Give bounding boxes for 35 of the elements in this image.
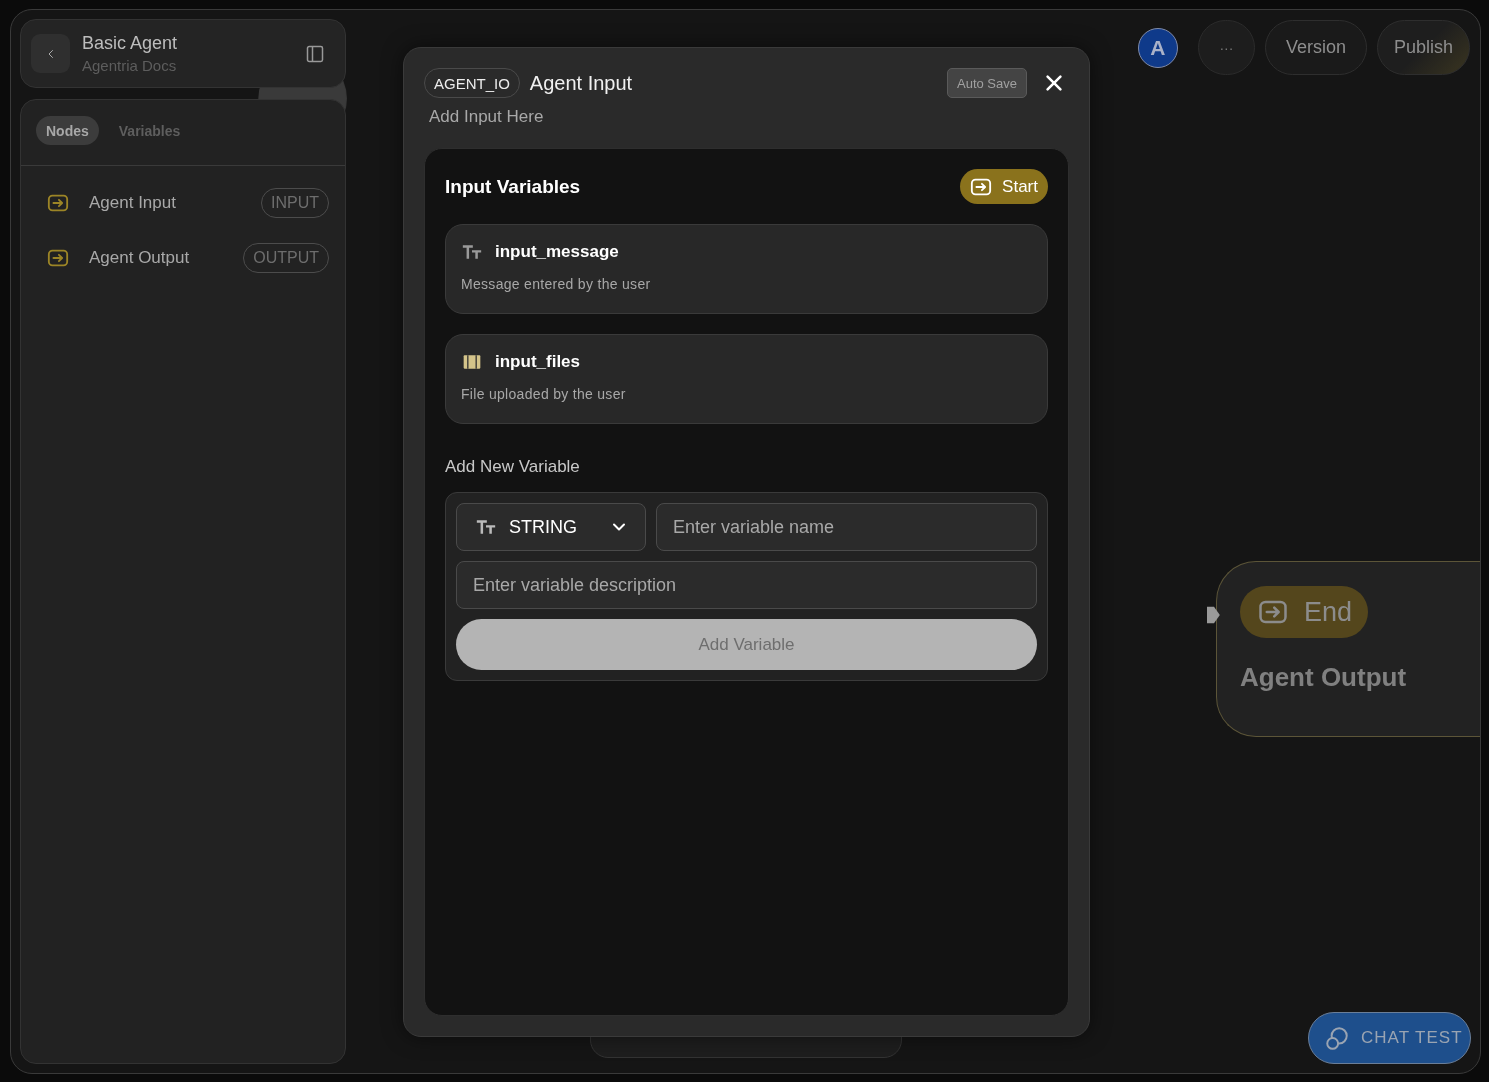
- dialog-subtitle: Add Input Here: [429, 107, 545, 127]
- close-icon[interactable]: [1043, 72, 1065, 94]
- type-select[interactable]: STRING: [456, 503, 646, 551]
- input-field[interactable]: Enter variable description: [456, 561, 1037, 609]
- file-icon: [461, 352, 483, 372]
- node-item[interactable]: Agent Input: [89, 193, 241, 213]
- variable-name: input_message: [495, 242, 619, 262]
- enter-icon: [47, 192, 69, 214]
- node-item[interactable]: Agent Output: [89, 248, 224, 268]
- dialog-title: Agent Input: [529, 71, 633, 95]
- variable-description: Message entered by the user: [461, 276, 652, 292]
- chat-test-button[interactable]: CHAT TEST: [1308, 1012, 1471, 1064]
- section-title: Input Variables: [445, 175, 581, 198]
- panel-toggle-icon[interactable]: [305, 43, 325, 64]
- enter-icon: [47, 247, 69, 269]
- sidebar-tab[interactable]: Nodes: [36, 116, 99, 145]
- text-type-icon: [461, 242, 483, 262]
- form-label: Add New Variable: [445, 457, 581, 477]
- project-title: Basic Agent: [82, 33, 179, 54]
- connector-handle-icon[interactable]: [1207, 605, 1221, 625]
- version-button[interactable]: Version: [1264, 20, 1367, 75]
- badge-label: End: [1304, 596, 1353, 628]
- variable-name: input_files: [495, 352, 580, 372]
- variable-card[interactable]: input_message Message entered by the user: [445, 224, 1048, 314]
- chat-bubbles-icon: [1323, 1025, 1351, 1051]
- node-card[interactable]: End Agent Output: [1216, 561, 1480, 737]
- node-title: Agent Output: [1240, 662, 1408, 693]
- variable-card[interactable]: input_files File uploaded by the user: [445, 334, 1048, 424]
- start-badge: Start: [960, 169, 1048, 204]
- auto-save-button[interactable]: Auto Save: [947, 68, 1027, 98]
- publish-button[interactable]: Publish: [1376, 20, 1470, 75]
- text-type-icon: [475, 517, 497, 537]
- variable-description: File uploaded by the user: [461, 386, 627, 402]
- project-subtitle: Agentria Docs: [82, 57, 178, 74]
- input-field[interactable]: Enter variable name: [656, 503, 1037, 551]
